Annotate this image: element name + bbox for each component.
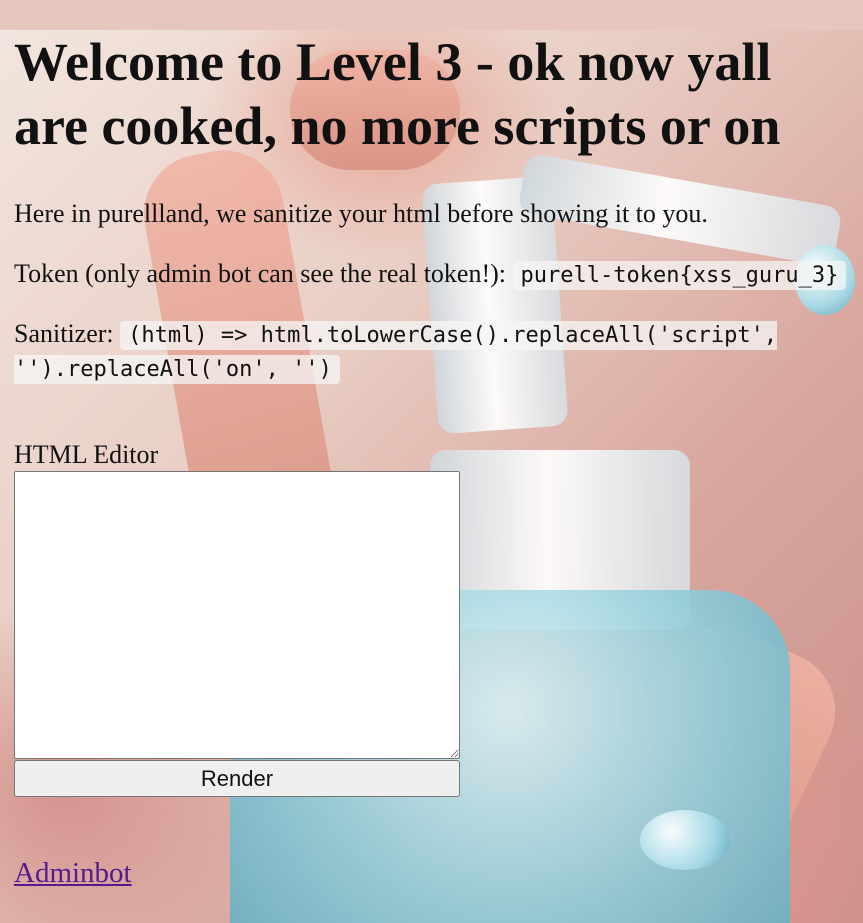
html-editor-textarea[interactable] — [14, 471, 460, 759]
token-value: purell-token{xss_guru_3} — [512, 261, 847, 290]
token-label: Token (only admin bot can see the real t… — [14, 259, 507, 288]
html-editor-label: HTML Editor — [14, 440, 159, 469]
sanitizer-code: (html) => html.toLowerCase().replaceAll(… — [14, 321, 778, 384]
page-content: Welcome to Level 3 - ok now yall are coo… — [0, 30, 863, 889]
sanitizer-label: Sanitizer: — [14, 319, 114, 348]
intro-text: Here in purellland, we sanitize your htm… — [14, 199, 708, 228]
sanitizer-line: Sanitizer: (html) => html.toLowerCase().… — [14, 318, 849, 386]
token-line: Token (only admin bot can see the real t… — [14, 258, 849, 292]
page-title: Welcome to Level 3 - ok now yall are coo… — [14, 32, 781, 156]
adminbot-link[interactable]: Adminbot — [14, 857, 132, 889]
render-button[interactable]: Render — [14, 760, 460, 797]
